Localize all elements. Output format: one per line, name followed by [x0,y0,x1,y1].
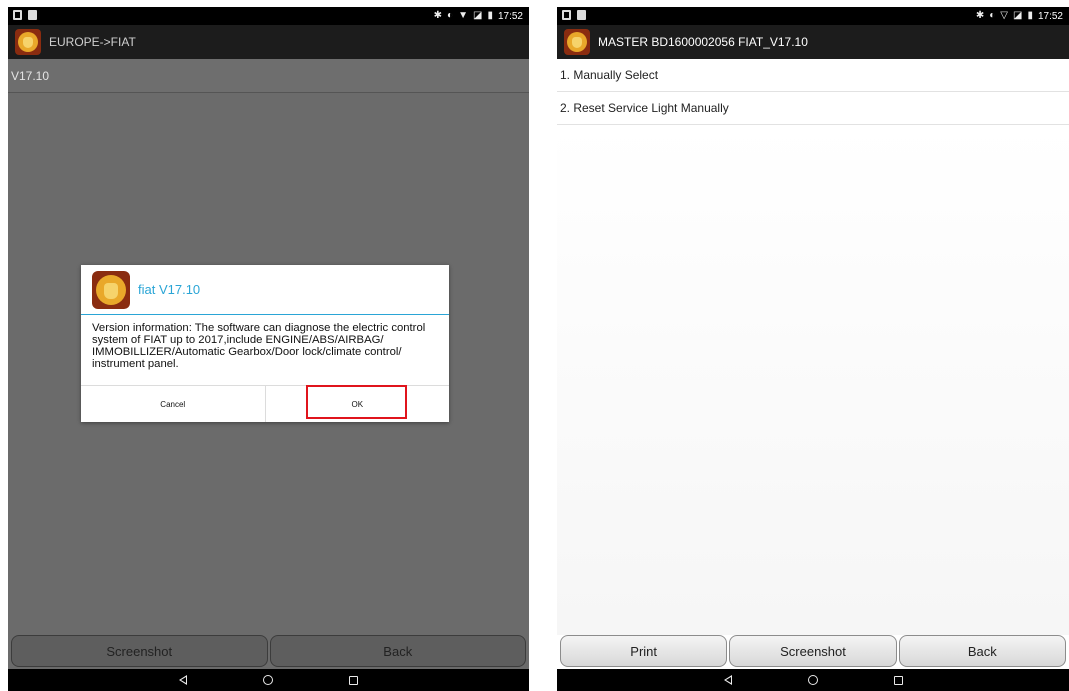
sim-icon [577,10,586,20]
lion-logo-icon [92,270,130,309]
bottom-button-bar: Print Screenshot Back [557,635,1069,669]
bottom-button-bar: Screenshot Back [8,635,529,669]
dialog-title: fiat V17.10 [138,282,201,297]
nav-recent-apps-icon[interactable] [893,675,903,685]
dialog-header: fiat V17.10 [81,265,449,315]
left-device-screen: ✱ ◐ ▼ ◪ ▮ 17:52 EUROPE->FIAT V17.10 fiat… [8,7,529,691]
signal-icon: ◪ [473,10,483,21]
dialog-message: Version information: The software can di… [92,322,426,370]
battery-icon: ▮ [487,10,493,21]
screenshot-button[interactable]: Screenshot [11,635,268,667]
version-info-dialog: fiat V17.10 Version information: The sof… [81,265,449,422]
list-item[interactable]: 1. Manually Select [557,59,1069,92]
nav-back-icon[interactable] [723,675,732,685]
lion-logo-icon [564,29,590,55]
android-nav-bar [8,669,529,691]
status-time: 17:52 [497,10,523,22]
battery-icon: ▮ [1027,10,1033,21]
nav-home-icon[interactable] [263,675,273,685]
nav-recent-apps-icon[interactable] [349,675,358,685]
app-title-bar: EUROPE->FIAT [8,25,529,59]
signal-icon: ◪ [1013,10,1023,21]
screenshot-button[interactable]: Screenshot [729,635,897,667]
notification-icon [562,10,571,20]
nav-back-icon[interactable] [179,675,187,685]
nav-home-icon[interactable] [807,675,818,685]
app-title-bar: MASTER BD1600002056 FIAT_V17.10 [557,25,1069,59]
function-menu-list: 1. Manually Select 2. Reset Service Ligh… [557,59,1069,125]
wifi-icon: ▼ [458,10,468,21]
notification-icon [13,10,22,20]
status-time: 17:52 [1037,10,1063,22]
status-bar: ✱ ◐ ▼ ◪ ▮ 17:52 [8,7,529,25]
print-button[interactable]: Print [560,635,728,667]
lion-logo-icon [15,29,41,55]
status-bar: ✱ ◐ ▽ ◪ ▮ 17:52 [557,7,1069,25]
list-item[interactable]: 2. Reset Service Light Manually [557,92,1069,125]
cancel-button[interactable]: Cancel [81,386,265,422]
right-device-screen: ✱ ◐ ▽ ◪ ▮ 17:52 MASTER BD1600002056 FIAT… [557,7,1069,691]
back-button[interactable]: Back [269,635,526,667]
device-title: MASTER BD1600002056 FIAT_V17.10 [598,35,808,49]
wifi-icon: ▽ [1000,10,1008,21]
sim-icon [28,10,37,20]
breadcrumb-title: EUROPE->FIAT [49,35,136,49]
empty-content-area [557,125,1069,635]
ok-highlight-box [306,385,407,419]
bluetooth-icon: ✱ [433,10,443,21]
android-nav-bar [557,669,1069,691]
vibrate-icon: ◐ [447,10,454,21]
version-list-item[interactable]: V17.10 [8,59,529,93]
screenshot-stage: ✱ ◐ ▼ ◪ ▮ 17:52 EUROPE->FIAT V17.10 fiat… [0,0,1069,691]
bluetooth-icon: ✱ [975,10,985,21]
vibrate-icon: ◐ [989,10,996,21]
back-button[interactable]: Back [898,635,1066,667]
